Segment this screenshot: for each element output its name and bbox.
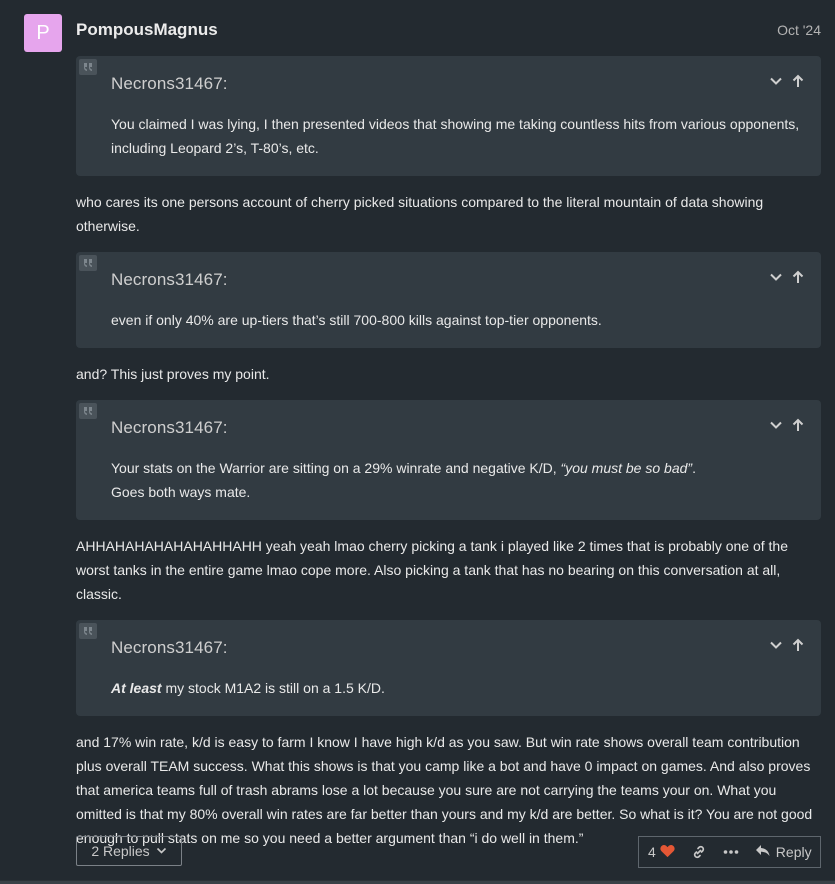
quote-text-italic: “you must be so bad” bbox=[560, 460, 693, 476]
quote-author[interactable]: Necrons31467: bbox=[111, 270, 805, 290]
quote-text: At least my stock M1A2 is still on a 1.5… bbox=[111, 676, 805, 700]
post-footer: 2 Replies 4 Reply bbox=[76, 836, 821, 868]
chevron-down-icon[interactable] bbox=[769, 270, 783, 284]
more-options-icon[interactable] bbox=[723, 849, 739, 855]
post-actions: 4 Reply bbox=[638, 836, 821, 868]
quote-controls bbox=[769, 270, 805, 284]
quote-controls bbox=[769, 74, 805, 88]
like-button[interactable]: 4 bbox=[648, 844, 675, 861]
avatar-letter: P bbox=[36, 21, 50, 44]
quote-text: even if only 40% are up-tiers that’s sti… bbox=[111, 312, 602, 328]
post-date[interactable]: Oct '24 bbox=[777, 22, 821, 38]
chevron-down-icon[interactable] bbox=[769, 74, 783, 88]
post-paragraph: who cares its one persons account of che… bbox=[76, 194, 764, 234]
link-icon[interactable] bbox=[691, 844, 707, 860]
reply-label: Reply bbox=[775, 844, 812, 860]
quote-author[interactable]: Necrons31467: bbox=[111, 74, 805, 94]
quote-controls bbox=[769, 638, 805, 652]
quote-text: Your stats on the Warrior are sitting on… bbox=[111, 456, 805, 504]
chevron-down-icon[interactable] bbox=[769, 418, 783, 432]
username[interactable]: PompousMagnus bbox=[76, 20, 218, 40]
heart-icon bbox=[660, 844, 675, 861]
quote-block: Necrons31467: You claimed I was lying, I… bbox=[76, 56, 821, 176]
show-replies-button[interactable]: 2 Replies bbox=[76, 836, 182, 866]
quote-text-part: . bbox=[692, 460, 696, 476]
chevron-down-icon bbox=[156, 843, 167, 859]
like-count: 4 bbox=[648, 844, 656, 860]
chevron-down-icon[interactable] bbox=[769, 638, 783, 652]
quote-avatar-icon[interactable] bbox=[79, 623, 97, 639]
post-paragraph: and? This just proves my point. bbox=[76, 366, 270, 382]
quote-block: Necrons31467: At least my stock M1A2 is … bbox=[76, 620, 821, 716]
quote-author[interactable]: Necrons31467: bbox=[111, 638, 805, 658]
forum-post: P PompousMagnus Oct '24 Necrons31467: Yo… bbox=[0, 0, 835, 884]
quote-text-part: my stock M1A2 is still on a 1.5 K/D. bbox=[161, 680, 385, 696]
quote-text-part: Your stats on the Warrior are sitting on… bbox=[111, 460, 561, 476]
reply-button[interactable]: Reply bbox=[755, 844, 812, 861]
quote-text: You claimed I was lying, I then presente… bbox=[111, 116, 800, 156]
quote-avatar-icon[interactable] bbox=[79, 255, 97, 271]
quote-author[interactable]: Necrons31467: bbox=[111, 418, 805, 438]
arrow-up-icon[interactable] bbox=[791, 270, 805, 284]
avatar[interactable]: P bbox=[24, 14, 62, 52]
reply-icon bbox=[755, 844, 771, 861]
arrow-up-icon[interactable] bbox=[791, 418, 805, 432]
quote-text-line2: Goes both ways mate. bbox=[111, 484, 251, 500]
replies-label: 2 Replies bbox=[91, 843, 150, 859]
arrow-up-icon[interactable] bbox=[791, 74, 805, 88]
quote-block: Necrons31467: Your stats on the Warrior … bbox=[76, 400, 821, 520]
post-paragraph: AHHAHAHAHAHAHAHHAHH yeah yeah lmao cherr… bbox=[76, 538, 788, 602]
post-content: Necrons31467: You claimed I was lying, I… bbox=[76, 56, 821, 864]
quote-controls bbox=[769, 418, 805, 432]
post-paragraph: and 17% win rate, k/d is easy to farm I … bbox=[76, 734, 813, 846]
quote-avatar-icon[interactable] bbox=[79, 403, 97, 419]
quote-text-bold-italic: At least bbox=[111, 680, 162, 696]
arrow-up-icon[interactable] bbox=[791, 638, 805, 652]
quote-avatar-icon[interactable] bbox=[79, 59, 97, 75]
quote-block: Necrons31467: even if only 40% are up-ti… bbox=[76, 252, 821, 348]
